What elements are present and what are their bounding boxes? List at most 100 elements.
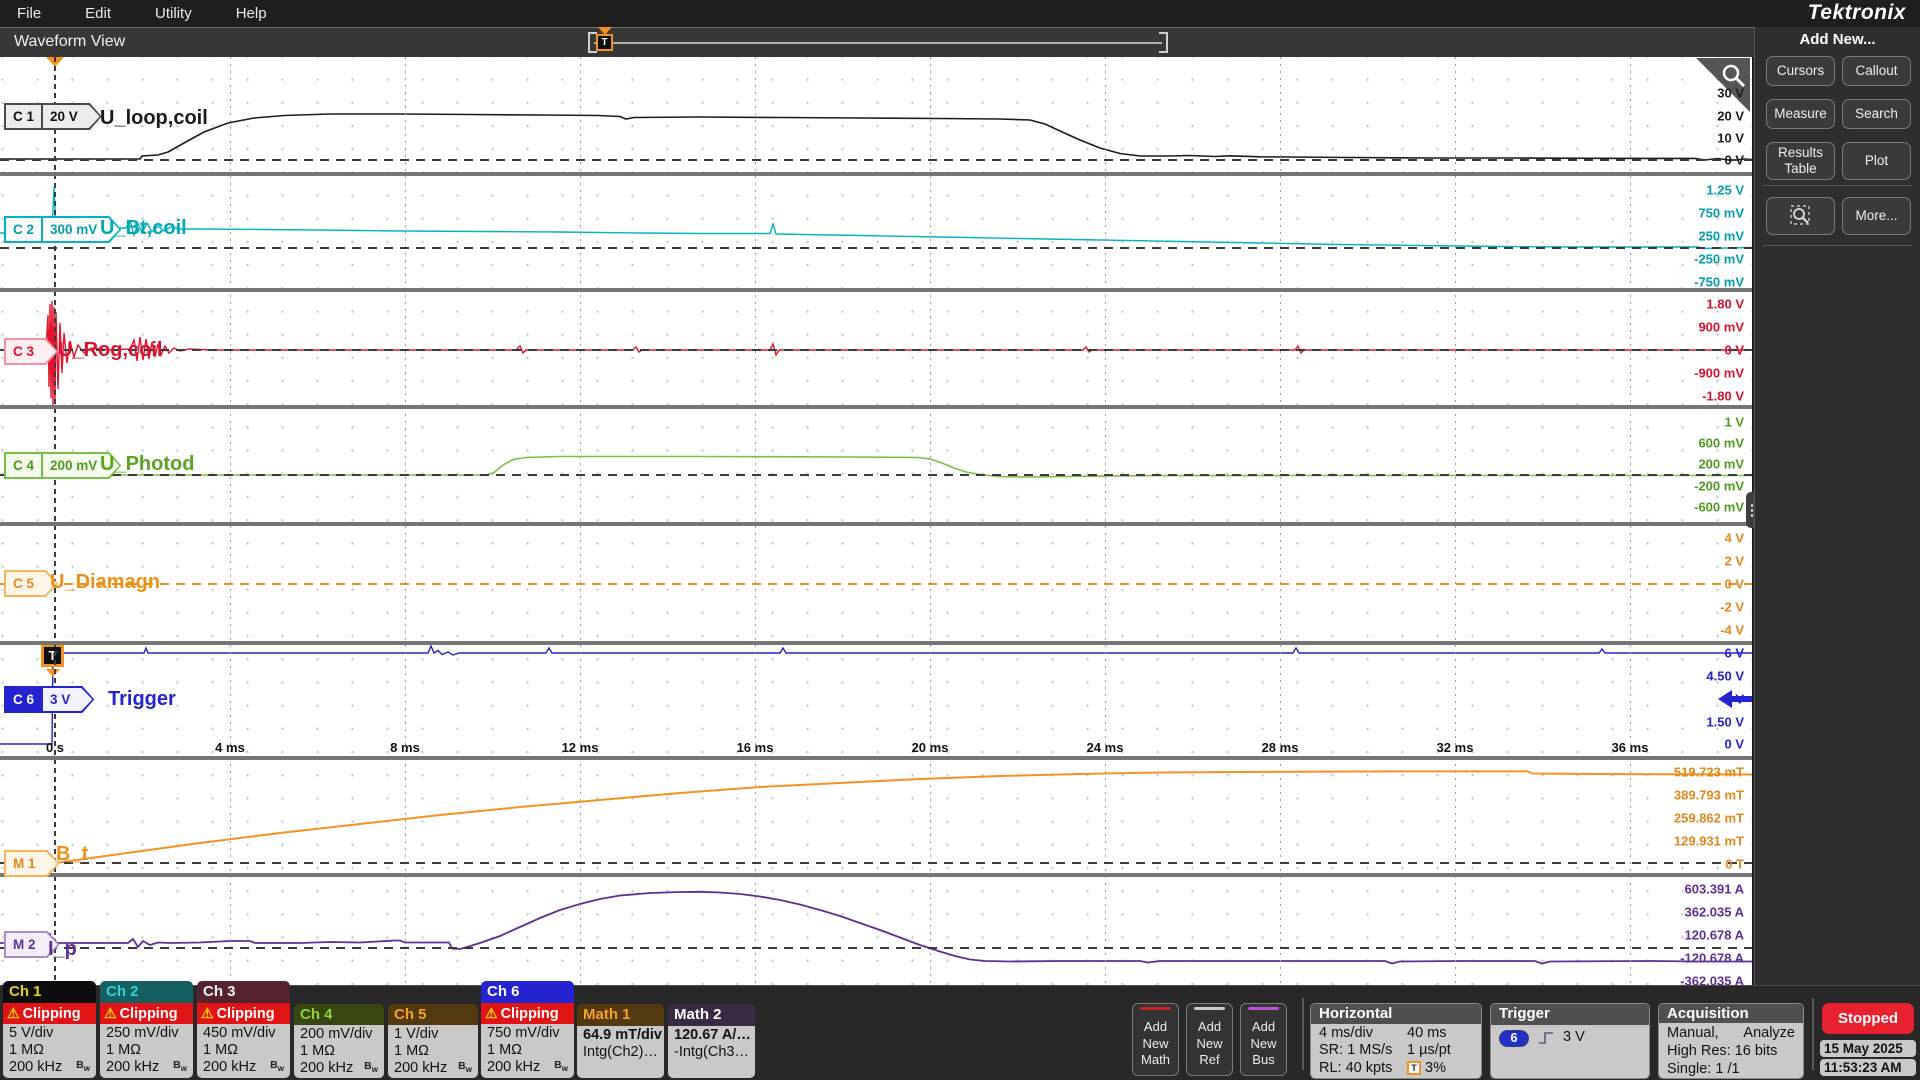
- badge-row-text: 1 MΩ: [203, 1042, 238, 1059]
- channel-config-badge-ch5[interactable]: Ch 51 V/div1 MΩ200 kHzBw: [388, 1004, 478, 1078]
- badge-header: Math 1: [577, 1004, 664, 1026]
- trace-m1: [0, 771, 1752, 863]
- trigger-t-marker[interactable]: T: [41, 644, 64, 667]
- lane-divider: [0, 172, 1752, 176]
- trigger-panel-title: Trigger: [1491, 1004, 1649, 1025]
- channel-name-c3[interactable]: U_Rog,coil: [58, 339, 162, 362]
- record-length: RL: 40 kpts: [1319, 1060, 1407, 1078]
- trigger-position-icon: T: [1407, 1061, 1421, 1075]
- channel-name-c2[interactable]: U_Bt,coil: [100, 217, 187, 240]
- badge-row-text: 120.67 A/…: [674, 1027, 751, 1044]
- grid-line: [1280, 57, 1281, 985]
- run-status-badge[interactable]: Stopped: [1822, 1003, 1914, 1034]
- waveform-view-title: Waveform View: [14, 33, 125, 51]
- clipping-warning: ⚠Clipping: [197, 1003, 290, 1024]
- record-view-right-bracket[interactable]: [1159, 32, 1168, 53]
- scale-label-c6: 6 V: [1724, 646, 1744, 661]
- trigger-t-arrow-icon: [46, 669, 60, 677]
- time-tick-label: 32 ms: [1437, 740, 1474, 755]
- channel-name-c6[interactable]: Trigger: [108, 688, 176, 711]
- channel-id-label: C 4: [6, 454, 43, 477]
- record-view-scrollbar[interactable]: T: [588, 31, 1168, 55]
- scale-label-m1: 389.793 mT: [1674, 788, 1744, 803]
- channel-config-badge-math2[interactable]: Math 2120.67 A/…-Intg(Ch3…: [668, 1004, 755, 1078]
- badge-row: 1 MΩ: [3, 1042, 96, 1059]
- zero-reference-line-c2: [0, 247, 1752, 249]
- channel-config-badge-ch4[interactable]: Ch 4200 mV/div1 MΩ200 kHzBw: [294, 1004, 384, 1078]
- badge-header: Math 2: [668, 1004, 755, 1026]
- badge-row: 5 V/div: [3, 1025, 96, 1042]
- time-tick-label: 8 ms: [390, 740, 420, 755]
- bandwidth-limit-icon: Bw: [364, 1058, 378, 1078]
- time-tick-label: 20 ms: [912, 740, 949, 755]
- grid-line: [1105, 57, 1106, 985]
- channel-config-badge-ch2[interactable]: Ch 2⚠Clipping250 mV/div1 MΩ200 kHzBw: [100, 981, 193, 1078]
- scale-label-c5: 0 V: [1724, 577, 1744, 592]
- channel-name-c1[interactable]: U_loop,coil: [100, 107, 208, 130]
- panel-button-measure[interactable]: Measure: [1766, 99, 1835, 129]
- magnifier-icon[interactable]: [1766, 197, 1835, 235]
- menu-item-help[interactable]: Help: [221, 5, 282, 22]
- scale-label-m2: 603.391 A: [1684, 882, 1744, 897]
- scale-label-c1: 0 V: [1724, 153, 1744, 168]
- badge-row-text: 200 mV/div: [300, 1026, 373, 1043]
- menu-item-edit[interactable]: Edit: [70, 5, 126, 22]
- badge-row: 200 kHzBw: [3, 1059, 96, 1076]
- menu-item-utility[interactable]: Utility: [140, 5, 207, 22]
- channel-id-label: C 2: [6, 218, 43, 241]
- tektronix-logo: Tektronix: [1808, 1, 1906, 25]
- acquisition-panel[interactable]: Acquisition Manual, Analyze High Res: 16…: [1658, 1003, 1804, 1079]
- lane-divider: [0, 405, 1752, 409]
- channel-name-c4[interactable]: U_Photod: [100, 453, 194, 476]
- scale-label-c5: -4 V: [1720, 623, 1744, 638]
- badge-row-text: Intg(Ch2)…: [583, 1044, 658, 1061]
- badge-row: 1 MΩ: [388, 1043, 478, 1060]
- channel-config-badge-ch3[interactable]: Ch 3⚠Clipping450 mV/div1 MΩ200 kHzBw: [197, 981, 290, 1078]
- panel-buttons-grid-2: More...: [1766, 197, 1911, 235]
- panel-button-search[interactable]: Search: [1842, 99, 1911, 129]
- horizontal-panel[interactable]: Horizontal 4 ms/div40 ms SR: 1 MS/s1 µs/…: [1310, 1003, 1482, 1079]
- warning-icon: ⚠: [7, 1005, 20, 1022]
- panel-button-results-table[interactable]: Results Table: [1766, 142, 1835, 180]
- warning-icon: ⚠: [104, 1005, 117, 1022]
- badge-row: 200 kHzBw: [100, 1059, 193, 1076]
- channel-config-badge-ch6[interactable]: Ch 6⚠Clipping750 mV/div1 MΩ200 kHzBw: [481, 981, 574, 1078]
- time-tick-label: 36 ms: [1612, 740, 1649, 755]
- channel-name-m2[interactable]: I_p: [48, 938, 77, 961]
- date-value: 15 May 2025: [1820, 1040, 1916, 1057]
- panel-button-plot[interactable]: Plot: [1842, 142, 1911, 180]
- channel-scale-label: 200 mV: [43, 454, 104, 477]
- add-new-math-button[interactable]: AddNewMath: [1132, 1003, 1179, 1076]
- acquisition-single: Single: 1 /1: [1667, 1060, 1795, 1078]
- scale-label-c1: 20 V: [1717, 109, 1744, 124]
- record-trigger-marker[interactable]: T: [596, 34, 613, 51]
- scale-label-c1: 10 V: [1717, 131, 1744, 146]
- menu-item-file[interactable]: File: [2, 5, 56, 22]
- channel-name-c5[interactable]: U_Diamagn: [50, 571, 160, 594]
- channel-badge-c6[interactable]: C 63 V: [4, 686, 94, 713]
- bandwidth-limit-icon: Bw: [458, 1058, 472, 1078]
- panel-button-cursors[interactable]: Cursors: [1766, 56, 1835, 86]
- scale-label-c2: -250 mV: [1694, 252, 1744, 267]
- panel-button-callout[interactable]: Callout: [1842, 56, 1911, 86]
- badge-body: 5 V/div1 MΩ200 kHzBw: [3, 1024, 96, 1078]
- scale-label-c5: -2 V: [1720, 600, 1744, 615]
- add-new-bus-button[interactable]: AddNewBus: [1240, 1003, 1287, 1076]
- zero-reference-line-c1: [0, 159, 1752, 161]
- badge-body: 64.9 mT/divIntg(Ch2)…: [577, 1026, 664, 1078]
- trigger-panel[interactable]: Trigger 6 3 V: [1490, 1003, 1650, 1079]
- panel-button-more[interactable]: More...: [1842, 197, 1911, 235]
- channel-config-badge-math1[interactable]: Math 164.9 mT/divIntg(Ch2)…: [577, 1004, 664, 1078]
- channel-name-m1[interactable]: B_t: [56, 843, 88, 866]
- badge-row-text: 250 mV/div: [106, 1025, 179, 1042]
- badge-row: 200 kHzBw: [481, 1059, 574, 1076]
- channel-config-badge-ch1[interactable]: Ch 1⚠Clipping5 V/div1 MΩ200 kHzBw: [3, 981, 96, 1078]
- channel-badge-c1[interactable]: C 120 V: [4, 103, 102, 130]
- button-stripe: [1140, 1007, 1171, 1010]
- waveform-plot-area[interactable]: T 30 V20 V10 V0 VC 120 VU_loop,coil1.25 …: [0, 57, 1752, 985]
- panel-separator: [1763, 245, 1912, 246]
- clipping-label: Clipping: [217, 1006, 275, 1022]
- grid-line: [580, 57, 581, 985]
- badge-row-text: 1 MΩ: [300, 1043, 335, 1060]
- add-new-ref-button[interactable]: AddNewRef: [1186, 1003, 1233, 1076]
